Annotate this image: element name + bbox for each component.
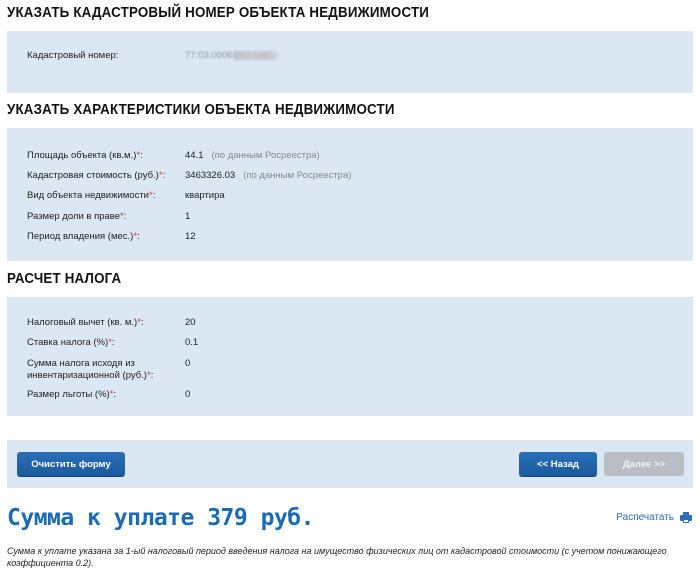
back-button[interactable]: << Назад (519, 452, 597, 476)
section-title-characteristics: УКАЗАТЬ ХАРАКТЕРИСТИКИ ОБЪЕКТА НЕДВИЖИМО… (7, 102, 395, 118)
label-area: Площадь объекта (кв.м.) (27, 150, 137, 161)
section-title-cadastral: УКАЗАТЬ КАДАСТРОВЫЙ НОМЕР ОБЪЕКТА НЕДВИЖ… (7, 5, 430, 21)
print-label: Распечатать (616, 512, 674, 523)
label-ownership-period: Период владения (мес.) (27, 231, 134, 242)
section-title-tax: РАСЧЕТ НАЛОГА (7, 271, 122, 287)
characteristics-panel: Площадь объекта (кв.м.)*: 44.1 (по данным… (7, 128, 693, 261)
value-area: 44.1 (по данным Росреестра) (185, 150, 320, 161)
value-inventory-tax: 0 (185, 358, 191, 369)
label-object-type: Вид объекта недвижимости (27, 190, 149, 201)
total-amount: Сумма к уплате 379 руб. (7, 505, 315, 531)
button-bar: Очистить форму << Назад Далее >> (7, 440, 693, 488)
value-object-type: квартира (185, 190, 225, 201)
label-tax-rate: Ставка налога (%) (27, 337, 109, 348)
next-button: Далее >> (604, 452, 684, 476)
print-link[interactable]: Распечатать (616, 512, 692, 523)
label-inventory-tax: Сумма налога исходя из инвентаризационно… (27, 358, 147, 381)
cadastral-panel: Кадастровый номер: 77:03:0006 (7, 31, 693, 93)
value-tax-deduction: 20 (185, 317, 196, 328)
label-tax-deduction: Налоговый вычет (кв. м.) (27, 317, 138, 328)
footnote: Сумма к уплате указана за 1-ый налоговый… (7, 546, 667, 568)
clear-form-button[interactable]: Очистить форму (17, 452, 125, 476)
note-area: (по данным Росреестра) (211, 150, 320, 161)
label-share-size: Размер доли в праве (27, 211, 121, 222)
value-share-size: 1 (185, 211, 191, 222)
value-ownership-period: 12 (185, 231, 196, 242)
cadastral-number-field[interactable]: 77:03:0006 (185, 50, 278, 61)
cadastral-number-label: Кадастровый номер: (27, 50, 119, 61)
value-benefit-size: 0 (185, 389, 191, 400)
value-tax-rate: 0.1 (185, 337, 199, 348)
label-benefit-size: Размер льготы (%) (27, 389, 110, 400)
cadastral-number-value: 77:03:0006 (185, 50, 233, 61)
printer-icon[interactable] (680, 512, 692, 523)
tax-panel: Налоговый вычет (кв. м.)*: 20 Ставка нал… (7, 297, 693, 416)
cadastral-number-redacted (232, 50, 278, 60)
label-cadastral-value: Кадастровая стоимость (руб.) (27, 170, 159, 181)
value-cadastral-value: 3463326.03 (по данным Росреестра) (185, 170, 352, 181)
note-cadastral-value: (по данным Росреестра) (243, 170, 352, 181)
